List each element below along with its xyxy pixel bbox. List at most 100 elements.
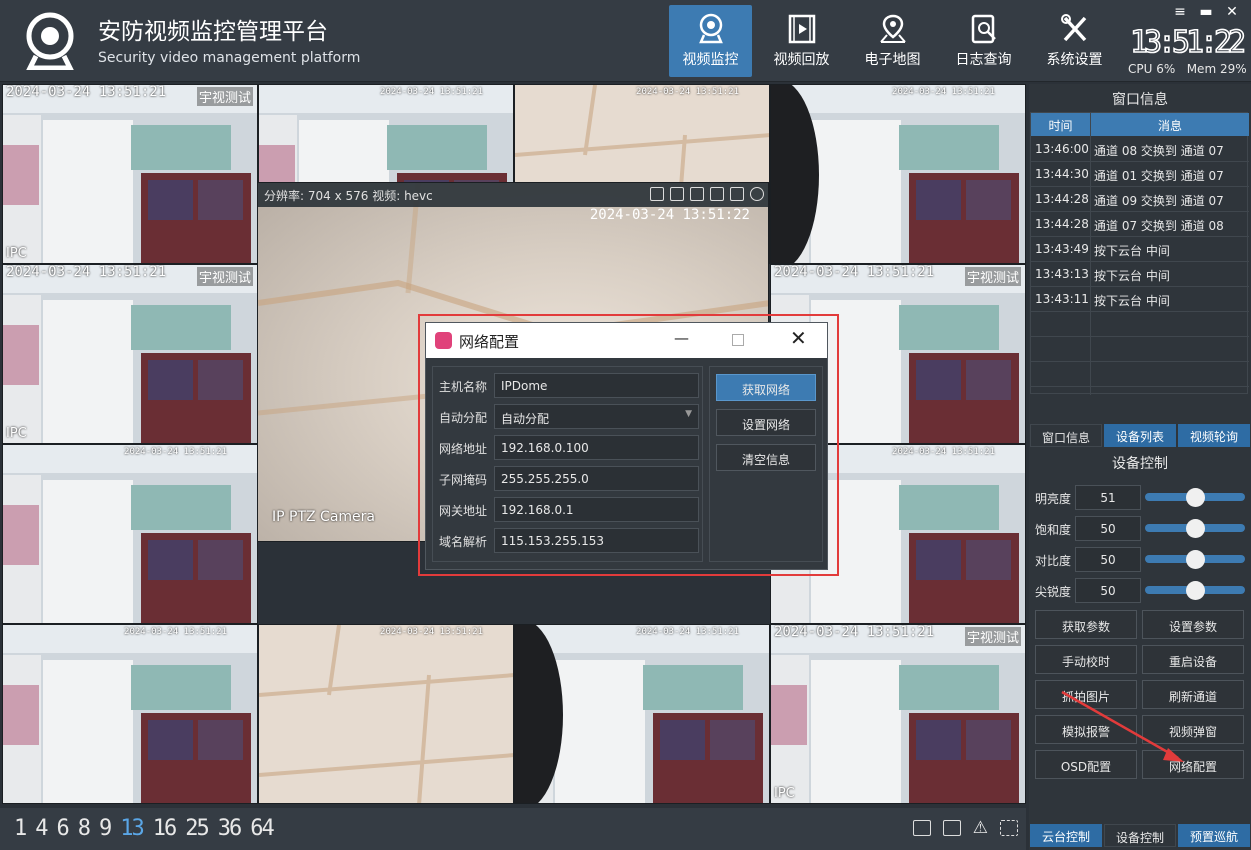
video-cell[interactable]: 2024-03-24 13:51:21	[2, 624, 258, 804]
camera-feed	[3, 445, 257, 623]
field-label: 网络地址	[439, 442, 488, 456]
nav-system-settings[interactable]: 系统设置	[1033, 5, 1116, 77]
cell-timestamp: 2024-03-24 13:51:21	[380, 627, 483, 637]
video-cell[interactable]: 2024-03-24 13:51:21 宇视测试 IPC	[770, 624, 1026, 804]
dialog-close-button[interactable]: ✕	[790, 326, 807, 350]
slider-knob[interactable]	[1186, 581, 1205, 600]
table-row[interactable]: 13:43:13 按下云台 中间	[1031, 262, 1249, 287]
ptz-hand-icon[interactable]	[710, 187, 724, 201]
tools-icon	[1060, 14, 1086, 42]
video-cell[interactable]: 2024-03-24 13:51:21	[2, 444, 258, 624]
fullscreen-icon[interactable]	[1000, 820, 1018, 836]
layout-option[interactable]: 16	[153, 816, 177, 841]
tab-preset-cruise[interactable]: 预置巡航	[1178, 824, 1250, 847]
cell-tag: 宇视测试	[964, 627, 1021, 646]
layout-option[interactable]: 25	[185, 816, 209, 841]
hostname-field[interactable]: IPDome	[494, 373, 699, 398]
nav-video-monitor[interactable]: 视频监控	[669, 5, 752, 77]
alarm-icon[interactable]	[730, 187, 744, 201]
video-cell[interactable]: 2024-03-24 13:51:21	[770, 84, 1026, 264]
table-row[interactable]: 13:44:28 通道 07 交换到 通道 08	[1031, 212, 1249, 237]
cell-timestamp: 2024-03-24 13:51:21	[124, 627, 227, 637]
dialog-maximize-button[interactable]	[732, 334, 744, 346]
nav-label: 视频回放	[773, 52, 830, 68]
volume-all-icon[interactable]	[942, 820, 961, 836]
ip-address-field[interactable]: 192.168.0.100	[494, 435, 699, 460]
table-row[interactable]: 13:43:11 按下云台 中间	[1031, 287, 1249, 312]
slider-value-field[interactable]: 50	[1075, 547, 1141, 572]
set-network-button[interactable]: 设置网络	[716, 409, 816, 436]
slider-knob[interactable]	[1186, 550, 1205, 569]
row-time: 13:44:28	[1035, 192, 1089, 206]
layout-option[interactable]: 4	[35, 816, 48, 841]
top-header: 安防视频监控管理平台 Security video management pla…	[0, 0, 1251, 82]
device-control-title: 设备控制	[1112, 456, 1168, 472]
warning-icon[interactable]: ⚠	[973, 820, 988, 837]
tab-device-list[interactable]: 设备列表	[1104, 424, 1176, 447]
table-row[interactable]	[1031, 337, 1249, 362]
table-row[interactable]: 13:44:28 通道 09 交换到 通道 07	[1031, 187, 1249, 212]
tab-ptz-control[interactable]: 云台控制	[1030, 824, 1102, 847]
dns-row: 域名解析 115.153.255.153	[437, 528, 699, 554]
layout-option[interactable]: 36	[218, 816, 242, 841]
nav-e-map[interactable]: 电子地图	[851, 5, 934, 77]
layout-option[interactable]: 9	[99, 816, 112, 841]
nav-label: 视频监控	[682, 52, 739, 68]
table-row[interactable]	[1031, 312, 1249, 337]
get-params-button[interactable]: 获取参数	[1035, 610, 1137, 639]
gateway-field[interactable]: 192.168.0.1	[494, 497, 699, 522]
cell-timestamp: 2024-03-24 13:51:21	[6, 84, 167, 100]
layout-option[interactable]: 64	[250, 816, 274, 841]
close-video-icon[interactable]	[750, 187, 764, 201]
row-message: 通道 07 交换到 通道 08	[1094, 219, 1224, 233]
layout-option[interactable]: 13	[120, 816, 144, 841]
row-message: 通道 01 交换到 通道 07	[1094, 169, 1224, 183]
clear-info-button[interactable]: 清空信息	[716, 444, 816, 471]
slider-value-field[interactable]: 50	[1075, 516, 1141, 541]
cell-ipc-label: IPC	[6, 426, 27, 441]
set-params-button[interactable]: 设置参数	[1142, 610, 1244, 639]
layout-option[interactable]: 6	[57, 816, 70, 841]
cell-timestamp: 2024-03-24 13:51:21	[774, 264, 935, 280]
tab-window-info[interactable]: 窗口信息	[1030, 424, 1102, 447]
tab-video-polling[interactable]: 视频轮询	[1178, 424, 1250, 447]
get-network-button[interactable]: 获取网络	[716, 374, 816, 401]
field-label: 网关地址	[439, 504, 488, 518]
record-icon[interactable]	[650, 187, 664, 201]
slider-knob[interactable]	[1186, 519, 1205, 538]
hostname-row: 主机名称 IPDome	[437, 373, 699, 399]
table-header-message: 消息	[1091, 113, 1249, 136]
video-cell[interactable]: 2024-03-24 13:51:21 宇视测试 IPC	[2, 84, 258, 264]
dialog-titlebar[interactable]: 网络配置 — ✕	[426, 323, 827, 358]
video-timestamp: 2024-03-24 13:51:22	[589, 207, 750, 223]
tab-device-control[interactable]: 设备控制	[1104, 824, 1176, 847]
table-row[interactable]: 13:46:00 通道 08 交换到 通道 07	[1031, 137, 1249, 162]
reboot-device-button[interactable]: 重启设备	[1142, 645, 1244, 674]
cell-ipc-label: IPC	[774, 786, 795, 801]
row-message: 按下云台 中间	[1094, 294, 1170, 308]
slider-value-field[interactable]: 51	[1075, 485, 1141, 510]
slider-knob[interactable]	[1186, 488, 1205, 507]
dns-field[interactable]: 115.153.255.153	[494, 528, 699, 553]
manual-time-sync-button[interactable]: 手动校时	[1035, 645, 1137, 674]
snapshot-all-icon[interactable]	[912, 820, 931, 836]
volume-icon[interactable]	[690, 187, 704, 201]
layout-option[interactable]: 8	[78, 816, 91, 841]
video-cell[interactable]: 2024-03-24 13:51:21	[258, 624, 514, 804]
cell-tag: 宇视测试	[196, 267, 253, 286]
dialog-minimize-button[interactable]: —	[674, 329, 689, 347]
snapshot-icon[interactable]	[670, 187, 684, 201]
row-time: 13:44:28	[1035, 217, 1089, 231]
table-row[interactable]	[1031, 362, 1249, 387]
nav-video-playback[interactable]: 视频回放	[760, 5, 843, 77]
row-time: 13:43:49	[1035, 242, 1089, 256]
video-cell[interactable]: 2024-03-24 13:51:21	[514, 624, 770, 804]
subnet-mask-field[interactable]: 255.255.255.0	[494, 466, 699, 491]
video-cell[interactable]: 2024-03-24 13:51:21 宇视测试 IPC	[2, 264, 258, 444]
table-row[interactable]: 13:43:49 按下云台 中间	[1031, 237, 1249, 262]
auto-assign-select[interactable]: 自动分配 ▼	[494, 404, 699, 429]
layout-option[interactable]: 1	[14, 816, 27, 841]
table-row[interactable]: 13:44:30 通道 01 交换到 通道 07	[1031, 162, 1249, 187]
nav-log-query[interactable]: 日志查询	[942, 5, 1025, 77]
slider-value-field[interactable]: 50	[1075, 578, 1141, 603]
